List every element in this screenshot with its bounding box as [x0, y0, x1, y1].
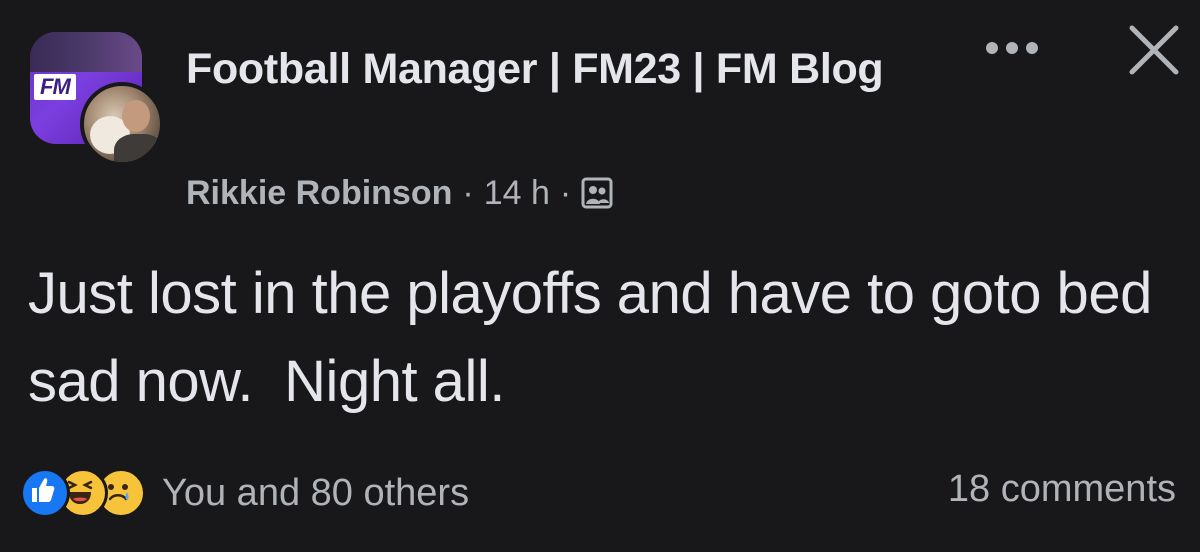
user-avatar[interactable]	[80, 82, 164, 166]
post-timestamp[interactable]: 14 h	[484, 174, 550, 213]
group-avatar-banner	[30, 32, 142, 72]
comments-count-link[interactable]: 18 comments	[948, 468, 1176, 511]
reactions-summary[interactable]: You and 80 others	[20, 462, 469, 524]
meta-separator: ·	[559, 173, 572, 212]
post-text: Just lost in the playoffs and have to go…	[28, 261, 1168, 414]
meta-separator: ·	[462, 173, 474, 212]
more-options-button[interactable]	[984, 30, 1040, 70]
more-options-icon	[985, 41, 1039, 60]
avatar-group[interactable]: FM	[30, 32, 164, 166]
avatar-shirt	[114, 134, 160, 162]
group-name[interactable]: Football Manager | FM23 | FM Blog	[186, 40, 906, 98]
like-reaction-icon	[20, 468, 70, 518]
post-card: FM Football Manager | FM23 | FM Blog Rik…	[0, 0, 1200, 552]
close-icon	[1128, 24, 1180, 81]
author-name[interactable]: Rikkie Robinson	[186, 174, 452, 213]
post-meta: Rikkie Robinson · 14 h ·	[186, 170, 613, 216]
fm-logo: FM	[34, 74, 76, 100]
reactions-label[interactable]: You and 80 others	[162, 472, 469, 515]
close-button[interactable]	[1124, 22, 1184, 82]
group-audience-icon	[581, 177, 613, 209]
avatar-face	[122, 100, 150, 132]
